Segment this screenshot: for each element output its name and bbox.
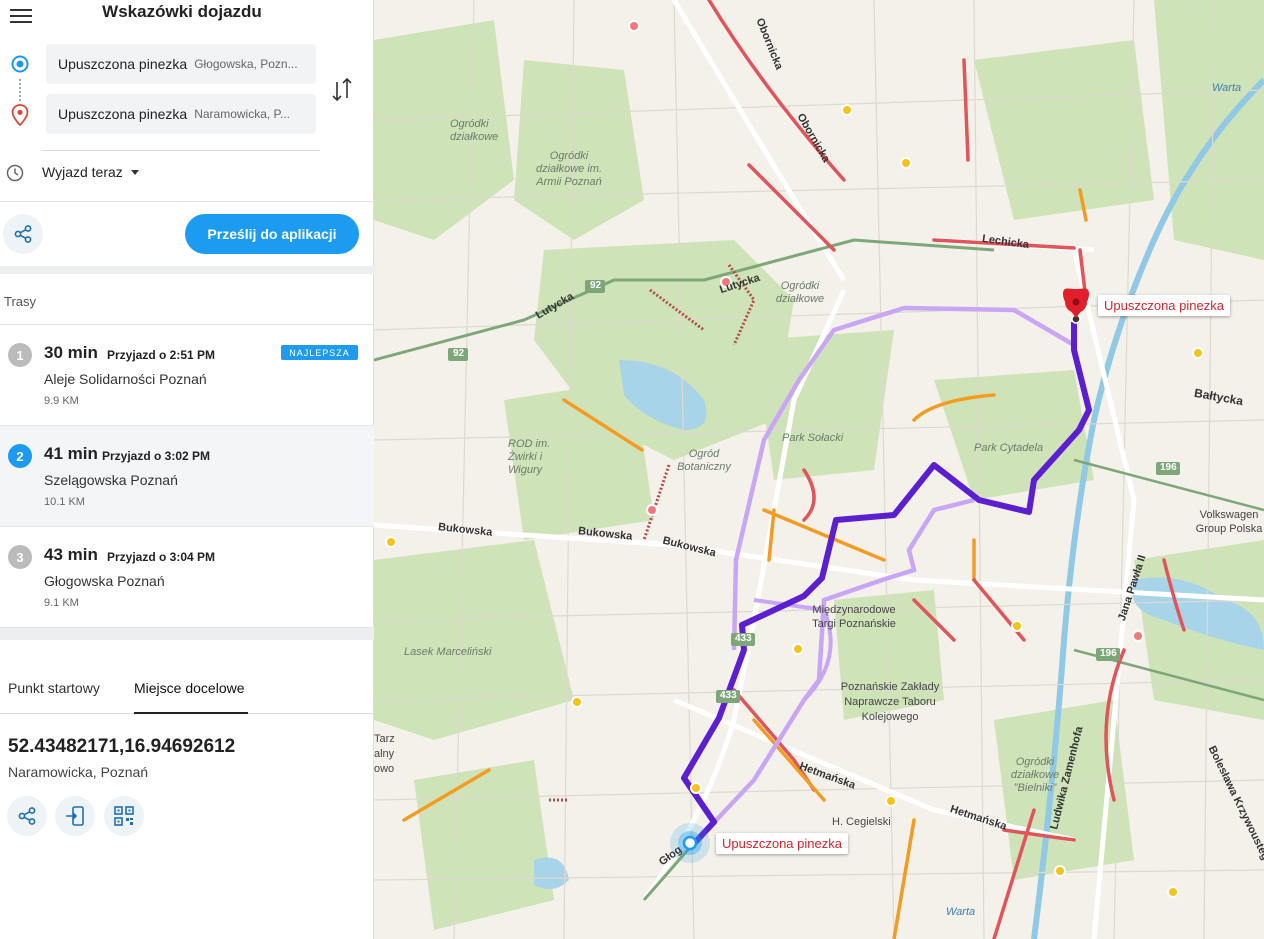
start-field[interactable]: Upuszczona pinezka Głogowska, Pozn... <box>46 44 316 84</box>
swap-icon[interactable] <box>330 76 354 104</box>
place-label: Poznańskie Zakłady Naprawcze Taboru Kole… <box>840 681 940 723</box>
route-duration: 41 min <box>44 444 98 463</box>
routes-header: Trasy <box>4 294 37 309</box>
destination-field-main: Upuszczona pinezka <box>58 106 188 122</box>
location-tabs: Punkt startowy Miejsce docelowe <box>0 670 374 714</box>
shield-label: 92 <box>453 348 465 359</box>
park-label: Park Cytadela <box>974 442 1044 454</box>
tab-destination[interactable]: Miejsce docelowe <box>134 680 248 714</box>
section-separator <box>0 628 374 640</box>
route-option-2[interactable]: 2 41 min Przyjazd o 3:02 PM Szelągowska … <box>0 426 374 527</box>
best-route-badge: NAJLEPSZA <box>281 345 358 360</box>
poi-dot <box>1011 620 1023 632</box>
destination-marker[interactable] <box>1063 288 1089 324</box>
start-field-sub: Głogowska, Pozn... <box>194 57 298 71</box>
route-arrival: Przyjazd o 3:02 PM <box>102 449 211 463</box>
share-button[interactable] <box>3 214 43 254</box>
poi-dot-red <box>628 20 640 32</box>
map-view[interactable]: 92 92 196 196 433 433 Obornicka Obornick… <box>374 0 1264 939</box>
route-distance: 9.9 KM <box>44 395 79 407</box>
water-label: Warta <box>1212 82 1242 94</box>
place-label: H. Cegielski <box>832 816 891 828</box>
route-duration: 43 min <box>44 545 98 564</box>
start-point-icon <box>11 55 29 73</box>
route-number: 1 <box>8 343 32 367</box>
place-label: Międzynarodowe Targi Poznańskie <box>812 604 896 630</box>
route-number: 3 <box>8 545 32 569</box>
shield-label: 433 <box>735 633 752 644</box>
route-via: Szelągowska Poznań <box>44 472 178 488</box>
park-area <box>754 330 894 480</box>
caret-down-icon <box>130 169 139 175</box>
divider <box>0 201 374 202</box>
route-arrival: Przyjazd o 2:51 PM <box>107 348 216 362</box>
destination-pin-icon <box>11 104 29 126</box>
park-area <box>974 40 1154 220</box>
send-to-phone-icon <box>66 806 84 826</box>
destination-field[interactable]: Upuszczona pinezka Naramowicka, P... <box>46 94 316 134</box>
place-label: Volkswagen Group Polska <box>1195 509 1263 535</box>
page-title: Wskazówki dojazdu <box>102 2 262 21</box>
route-number: 2 <box>8 444 32 468</box>
route-via: Aleje Solidarności Poznań <box>44 371 207 387</box>
route-option-1[interactable]: 1 30 min Przyjazd o 2:51 PM NAJLEPSZA Al… <box>0 325 374 426</box>
park-label: Ogródki działkowe <box>775 280 825 305</box>
poi-dot <box>900 157 912 169</box>
share-icon <box>14 225 32 243</box>
route-connector <box>19 79 21 101</box>
shield-label: 196 <box>1160 462 1177 473</box>
park-label: Ogródki działkowe im. Armii Poznań <box>535 150 603 188</box>
place-label: Tarz alny owo <box>374 733 395 775</box>
park-label: Lasek Marceliński <box>404 646 492 658</box>
pond <box>534 857 569 889</box>
shield-label: 433 <box>720 690 737 701</box>
divider <box>42 150 320 151</box>
park-area <box>1154 0 1264 260</box>
shield-label: 92 <box>590 280 602 291</box>
send-to-app-button[interactable]: Prześlij do aplikacji <box>185 214 359 254</box>
poi-dot <box>792 643 804 655</box>
start-field-main: Upuszczona pinezka <box>58 56 188 72</box>
poi-dot <box>885 795 897 807</box>
park-area <box>414 760 554 930</box>
destination-coordinates: 52.43482171,16.94692612 <box>8 736 236 757</box>
route-distance: 9.1 KM <box>44 597 79 609</box>
park-label: Ogród Botaniczny <box>677 448 731 473</box>
route-arrival: Przyjazd o 3:04 PM <box>107 550 216 564</box>
share-icon <box>18 807 36 825</box>
route-distance: 10.1 KM <box>44 496 85 508</box>
qr-code-button[interactable] <box>104 796 144 836</box>
route-option-3[interactable]: 3 43 min Przyjazd o 3:04 PM Głogowska Po… <box>0 527 374 628</box>
poi-dot <box>1192 347 1204 359</box>
park-label: Park Sołacki <box>782 432 844 444</box>
poi-dot <box>1167 886 1179 898</box>
poi-dot <box>1054 865 1066 877</box>
qr-code-icon <box>114 806 134 826</box>
shield-label: 196 <box>1100 648 1117 659</box>
route-duration: 30 min <box>44 343 98 362</box>
tab-start-point[interactable]: Punkt startowy <box>8 680 100 714</box>
destination-field-sub: Naramowicka, P... <box>194 107 290 121</box>
clock-icon <box>6 164 24 182</box>
departure-time-dropdown[interactable]: Wyjazd teraz <box>42 164 139 180</box>
route-via: Głogowska Poznań <box>44 573 165 589</box>
poi-dot <box>385 536 397 548</box>
destination-pin-label[interactable]: Upuszczona pinezka <box>1098 295 1230 316</box>
park-area <box>374 540 574 740</box>
departure-time-label: Wyjazd teraz <box>42 164 123 180</box>
section-separator <box>0 266 374 274</box>
park-label: Ogródki działkowe <box>450 118 499 143</box>
poi-dot-red <box>1132 630 1144 642</box>
destination-street: Naramowicka, Poznań <box>8 764 149 780</box>
park-label: ROD im. Żwirki i Wigury <box>508 438 551 476</box>
poi-dot <box>690 782 702 794</box>
directions-panel: Wskazówki dojazdu Upuszczona pinezka Gło… <box>0 0 374 939</box>
send-to-phone-button[interactable] <box>55 796 95 836</box>
poi-dot <box>841 104 853 116</box>
start-pin-label[interactable]: Upuszczona pinezka <box>716 833 848 854</box>
share-location-button[interactable] <box>7 796 47 836</box>
poi-dot-red <box>646 504 658 516</box>
poi-dot <box>571 696 583 708</box>
water-label: Warta <box>946 906 976 918</box>
